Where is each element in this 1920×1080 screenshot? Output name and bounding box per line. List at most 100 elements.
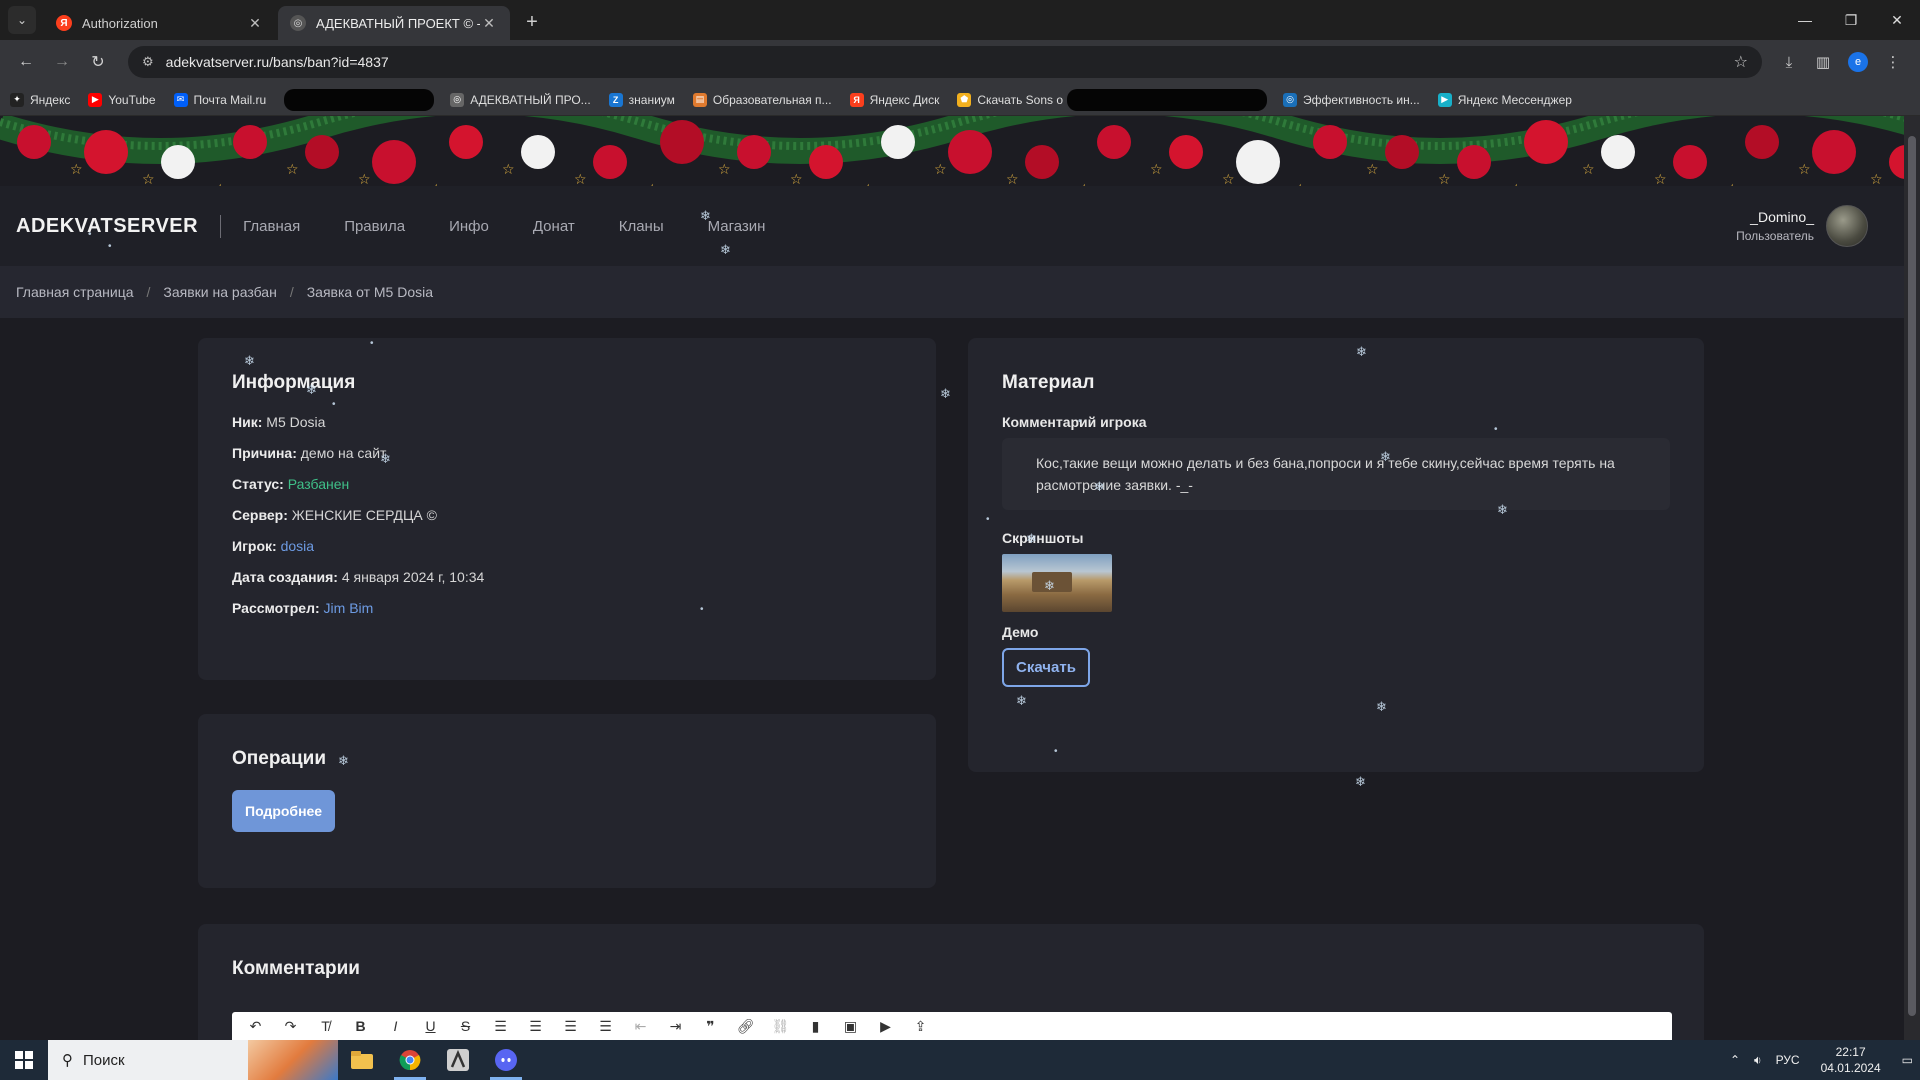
nav-clans[interactable]: Кланы: [619, 218, 664, 235]
yandex-icon: Я: [56, 15, 72, 31]
breadcrumb-unban-requests[interactable]: Заявки на разбан: [163, 284, 276, 300]
outdent-icon[interactable]: ⇤: [623, 1018, 658, 1035]
strikethrough-icon[interactable]: S: [448, 1018, 483, 1034]
link-icon[interactable]: 🔗︎: [728, 1018, 763, 1035]
taskbar-clock[interactable]: 22:17 04.01.2024: [1821, 1044, 1881, 1076]
reviewer-link[interactable]: Jim Bim: [324, 600, 374, 616]
close-window-icon[interactable]: ✕: [1874, 0, 1920, 40]
edu-icon: ▤: [692, 92, 707, 107]
tab-close-icon[interactable]: ✕: [246, 15, 264, 32]
snowflake: ❄: [1356, 344, 1367, 359]
align-left-icon[interactable]: ☰: [483, 1018, 518, 1035]
site-logo[interactable]: ADEKVATSERVER: [16, 214, 222, 238]
info-player: Игрок: dosia: [232, 538, 315, 554]
nav-shop[interactable]: Магазин: [708, 218, 766, 235]
ornament-ball: [809, 145, 843, 179]
keyboard-language[interactable]: РУС: [1776, 1053, 1800, 1067]
counter-strike-icon[interactable]: [434, 1040, 482, 1080]
tab-ban-request[interactable]: ◎ АДЕКВАТНЫЙ ПРОЕКТ © - Зая ✕: [278, 6, 510, 40]
address-bar[interactable]: ⚙ adekvatserver.ru/bans/ban?id=4837 ☆: [128, 46, 1762, 78]
undo-icon[interactable]: ↶: [238, 1018, 273, 1035]
snowflake: ❄: [338, 753, 349, 768]
ornament-ball: [449, 125, 483, 159]
forward-arrow-icon[interactable]: →: [46, 46, 78, 78]
page-scrollbar[interactable]: [1904, 116, 1920, 1040]
back-arrow-icon[interactable]: ←: [10, 46, 42, 78]
indent-icon[interactable]: ⇥: [658, 1018, 693, 1035]
taskbar-search-input[interactable]: ⚲ Поиск: [48, 1040, 338, 1080]
info-title: Информация: [232, 372, 356, 393]
scrollbar-thumb[interactable]: [1908, 136, 1916, 1016]
quote-icon[interactable]: ❞: [693, 1018, 728, 1035]
bookmark-messenger[interactable]: ▶ Яндекс Мессенджер: [1437, 92, 1572, 107]
screenshot-thumbnail[interactable]: [1002, 554, 1112, 612]
taskbar-search-placeholder: Поиск: [83, 1051, 125, 1069]
bookmark-icon[interactable]: ▮: [798, 1018, 833, 1035]
nav-info[interactable]: Инфо: [449, 218, 489, 235]
image-icon[interactable]: ▣: [833, 1018, 868, 1035]
clear-format-icon[interactable]: T̸: [308, 1018, 343, 1034]
nav-donate[interactable]: Донат: [533, 218, 575, 235]
site-info-icon[interactable]: ⚙: [142, 54, 154, 70]
underline-icon[interactable]: U: [413, 1018, 448, 1034]
notifications-icon[interactable]: ▭: [1902, 1053, 1913, 1067]
bookmark-efficiency[interactable]: ◎ Эффективность ин...: [1283, 92, 1420, 107]
bookmark-mail[interactable]: ✉ Почта Mail.ru: [173, 92, 266, 107]
mail-icon: ✉: [173, 92, 188, 107]
windows-start-icon[interactable]: [0, 1040, 48, 1080]
nav-home[interactable]: Главная: [243, 218, 300, 235]
info-reason: Причина: демо на сайт: [232, 445, 387, 461]
ornament-star: ☆: [718, 161, 731, 177]
volume-icon[interactable]: 🔉︎: [1754, 1053, 1762, 1068]
tab-authorization[interactable]: Я Authorization ✕: [44, 6, 276, 40]
italic-icon[interactable]: I: [378, 1018, 413, 1034]
material-card: Материал Комментарий игрока Кос,такие ве…: [968, 338, 1704, 772]
align-justify-icon[interactable]: ☰: [588, 1018, 623, 1035]
ornament-star: ☆: [1150, 161, 1163, 177]
discord-icon[interactable]: [482, 1040, 530, 1080]
bold-icon[interactable]: B: [343, 1018, 378, 1034]
window-controls: — ❐ ✕: [1782, 0, 1920, 40]
bookmark-yandex-disk[interactable]: Я Яндекс Диск: [849, 92, 939, 107]
details-button[interactable]: Подробнее: [232, 790, 336, 832]
user-menu[interactable]: _Domino_ Пользователь: [1736, 205, 1868, 247]
align-center-icon[interactable]: ☰: [518, 1018, 553, 1035]
upload-icon[interactable]: ⇪: [903, 1018, 938, 1035]
player-link[interactable]: dosia: [281, 538, 314, 554]
system-tray: ⌃ 🔉︎ РУС 22:17 04.01.2024 ▭: [1723, 1044, 1920, 1076]
reload-icon[interactable]: ↻: [82, 46, 114, 78]
bookmark-youtube[interactable]: ▶ YouTube: [88, 92, 156, 107]
file-explorer-icon[interactable]: [338, 1040, 386, 1080]
avatar[interactable]: [1826, 205, 1868, 247]
clock-date: 04.01.2024: [1820, 1061, 1881, 1075]
side-panel-icon[interactable]: ▥: [1806, 53, 1840, 71]
bookmark-adekvat[interactable]: ◎ АДЕКВАТНЫЙ ПРО...: [450, 92, 591, 107]
menu-kebab-icon[interactable]: ⋮: [1876, 53, 1910, 71]
nav-rules[interactable]: Правила: [344, 218, 405, 235]
snowflake: ❄: [306, 382, 317, 397]
bookmark-znanium[interactable]: Zзнаниум: [608, 92, 675, 107]
tab-close-icon[interactable]: ✕: [480, 15, 498, 32]
ornament-ball: [17, 125, 51, 159]
download-demo-button[interactable]: Скачать: [1002, 648, 1090, 687]
video-icon[interactable]: ▶: [868, 1018, 903, 1035]
bookmark-star-icon[interactable]: ☆: [1734, 52, 1748, 72]
chrome-icon[interactable]: [386, 1040, 434, 1080]
bookmark-sons[interactable]: ⬟ Скачать Sons o: [957, 92, 1063, 107]
download-icon[interactable]: ⤓: [1772, 54, 1806, 71]
tab-title: Authorization: [82, 15, 158, 31]
profile-avatar-icon[interactable]: e: [1848, 52, 1868, 72]
bookmark-yandex[interactable]: ✦ Яндекс: [10, 92, 70, 107]
ornament-ball: [161, 145, 195, 179]
breadcrumb-home[interactable]: Главная страница: [16, 284, 134, 300]
new-tab-plus-icon[interactable]: +: [518, 8, 546, 36]
unlink-icon[interactable]: ⛓︎: [763, 1018, 798, 1035]
tab-list-chevron-icon[interactable]: ⌄: [8, 6, 36, 34]
restore-icon[interactable]: ❐: [1828, 0, 1874, 40]
bookmark-edu[interactable]: ▤ Образовательная п...: [692, 92, 832, 107]
tray-chevron-up-icon[interactable]: ⌃: [1730, 1053, 1740, 1067]
redo-icon[interactable]: ↷: [273, 1018, 308, 1035]
ornament-ball: [881, 125, 915, 159]
minimize-icon[interactable]: —: [1782, 0, 1828, 40]
align-right-icon[interactable]: ☰: [553, 1018, 588, 1035]
